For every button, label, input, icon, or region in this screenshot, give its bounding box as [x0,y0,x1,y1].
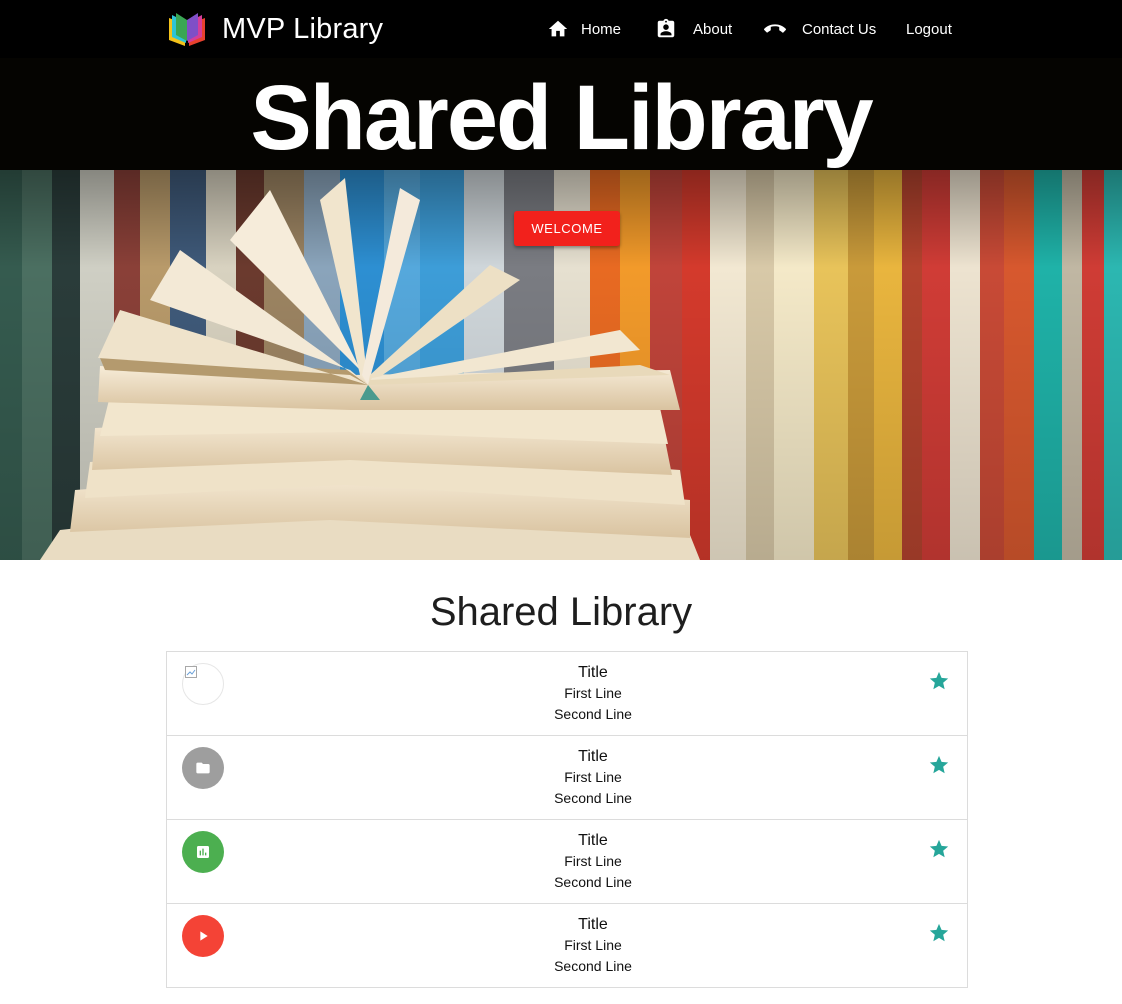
star-icon[interactable] [928,670,950,692]
star-icon[interactable] [928,754,950,776]
nav-about[interactable]: About [655,0,732,58]
hero-banner: WELCOME [0,170,1122,560]
brand-name: MVP Library [222,12,384,45]
list-item-text: Title First Line Second Line [167,746,1019,809]
list-item-second-line: Second Line [554,790,632,806]
nav-about-label: About [693,20,733,38]
banner-title: Shared Library [250,67,873,169]
list-item[interactable]: Title First Line Second Line [167,820,967,904]
brand-link[interactable]: MVP Library [166,10,383,48]
star-icon[interactable] [928,922,950,944]
list-item-second-line: Second Line [554,958,632,974]
list-item-second-line: Second Line [554,706,632,722]
title-banner: Shared Library [0,58,1122,170]
list-item-second-line: Second Line [554,874,632,890]
list-item[interactable]: Title First Line Second Line [167,904,967,988]
list-item-title: Title [578,916,608,933]
list-item-title: Title [578,664,608,681]
list-item-first-line: First Line [564,769,622,785]
list-item-first-line: First Line [564,853,622,869]
list-item[interactable]: Title First Line Second Line [167,652,967,736]
star-icon[interactable] [928,838,950,860]
nav-home[interactable]: Home [547,0,621,58]
home-icon [548,20,568,37]
list-item-text: Title First Line Second Line [167,830,1019,893]
list-item[interactable]: Title First Line Second Line [167,736,967,820]
section-title: Shared Library [429,590,693,634]
top-navbar: MVP Library Home About Contact Us Logout [0,0,1122,58]
welcome-button[interactable]: WELCOME [514,211,620,246]
nav-home-label: Home [581,20,622,38]
nav-logout-label: Logout [906,20,952,38]
nav-contact-us[interactable]: Contact Us [762,0,876,58]
book-logo-icon [169,13,205,46]
list-item-first-line: First Line [564,685,622,701]
list-item-first-line: First Line [564,937,622,953]
shared-library-list: Title First Line Second Line Title First… [166,651,968,988]
list-item-title: Title [578,832,608,849]
nav-logout[interactable]: Logout [906,0,952,58]
list-item-text: Title First Line Second Line [167,662,1019,725]
list-item-title: Title [578,748,608,765]
list-item-text: Title First Line Second Line [167,914,1019,977]
phone-icon [764,24,786,33]
nav-contact-us-label: Contact Us [802,20,877,38]
contact-card-icon [657,18,675,38]
